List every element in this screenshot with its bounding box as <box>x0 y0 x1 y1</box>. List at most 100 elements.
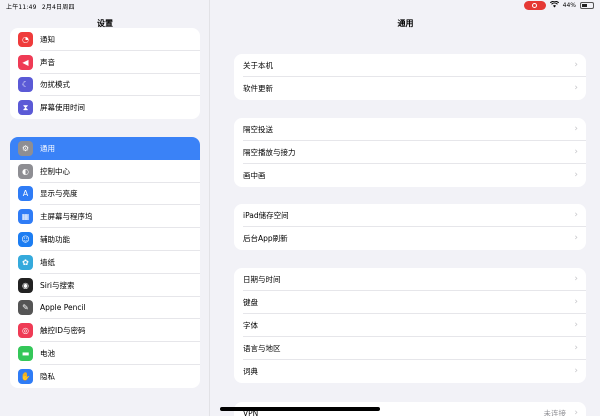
sidebar: 设置 ◔ 通知 ◀ 声音 ☾ 勿扰模式 ⧗ 屏幕使用时间 ⚙ 通用 ◐ 控制中心 A 显示与亮度 ▦ 主屏幕… <box>0 0 210 416</box>
chevron-right-icon: › <box>574 124 578 134</box>
sidebar-item-label: 主屏幕与程序坞 <box>40 212 93 222</box>
settings-group: 日期与时间 › 键盘 › 字体 › 语言与地区 › 词典 › <box>234 268 586 383</box>
chevron-right-icon: › <box>574 170 578 180</box>
settings-row-label: 字体 <box>243 321 258 330</box>
siri-icon: ◉ <box>18 277 33 293</box>
sidebar-item-5-group2[interactable]: ✿ 墙纸 <box>10 251 200 274</box>
accessibility-icon: ☺ <box>18 232 33 248</box>
screen-recording-icon[interactable] <box>523 1 546 10</box>
chevron-right-icon: › <box>574 60 578 70</box>
sidebar-item-0-group2[interactable]: ⚙ 通用 <box>10 137 200 160</box>
settings-row-label: 后台App刷新 <box>243 234 288 243</box>
sidebar-item-label: 电池 <box>40 349 55 359</box>
chevron-right-icon: › <box>574 274 578 284</box>
sidebar-group-system: ⚙ 通用 ◐ 控制中心 A 显示与亮度 ▦ 主屏幕与程序坞 ☺ 辅助功能 ✿ 墙纸 ◉ Siri与搜索 ✎ A… <box>10 137 200 388</box>
sidebar-item-2-group2[interactable]: A 显示与亮度 <box>10 183 200 206</box>
text-size-icon: A <box>18 186 33 202</box>
sidebar-item-8-group2[interactable]: ◎ 触控ID与密码 <box>10 319 200 343</box>
settings-row-label: 键盘 <box>243 298 258 307</box>
fingerprint-icon: ◎ <box>18 323 33 339</box>
wifi-icon <box>549 0 559 10</box>
chevron-right-icon: › <box>574 147 578 157</box>
settings-row[interactable]: 后台App刷新 › <box>234 227 586 250</box>
settings-row-label: 隔空播放与接力 <box>243 148 296 157</box>
hourglass-icon: ⧗ <box>18 100 33 116</box>
sidebar-item-6-group2[interactable]: ◉ Siri与搜索 <box>10 274 200 297</box>
sidebar-item-label: Apple Pencil <box>40 303 86 313</box>
sidebar-item-1-group1[interactable]: ◀ 声音 <box>10 51 200 74</box>
chevron-right-icon: › <box>574 366 578 376</box>
bell-icon: ◔ <box>18 31 33 47</box>
battery-percent: 44% <box>562 2 576 9</box>
settings-row-label: 日期与时间 <box>243 275 281 284</box>
chevron-right-icon: › <box>574 210 578 220</box>
settings-row-label: 词典 <box>243 367 258 376</box>
pencil-icon: ✎ <box>18 300 33 316</box>
sidebar-item-1-group2[interactable]: ◐ 控制中心 <box>10 160 200 183</box>
settings-row[interactable]: 隔空播放与接力 › <box>234 141 586 164</box>
sidebar-item-3-group1[interactable]: ⧗ 屏幕使用时间 <box>10 96 200 119</box>
flower-icon: ✿ <box>18 254 33 270</box>
sidebar-item-4-group2[interactable]: ☺ 辅助功能 <box>10 228 200 251</box>
chevron-right-icon: › <box>574 320 578 330</box>
hand-icon: ✋ <box>18 368 33 384</box>
settings-row-label: iPad储存空间 <box>243 211 289 220</box>
settings-row-label: 软件更新 <box>243 84 273 93</box>
battery-icon <box>580 2 594 9</box>
chevron-right-icon: › <box>574 408 578 416</box>
gear-icon: ⚙ <box>18 140 33 156</box>
sidebar-item-label: 声音 <box>40 57 55 67</box>
settings-group: 关于本机 › 软件更新 › <box>234 54 586 100</box>
home-indicator[interactable] <box>220 407 380 411</box>
settings-row[interactable]: 键盘 › <box>234 291 586 314</box>
settings-row[interactable]: 字体 › <box>234 314 586 337</box>
settings-row-label: 语言与地区 <box>243 344 281 353</box>
settings-row[interactable]: 语言与地区 › <box>234 337 586 360</box>
settings-group: 隔空投送 › 隔空播放与接力 › 画中画 › <box>234 118 586 187</box>
sidebar-item-2-group1[interactable]: ☾ 勿扰模式 <box>10 74 200 97</box>
status-date: 2月4日周四 <box>41 4 75 11</box>
main-panel: 通用 关于本机 › 软件更新 › 隔空投送 › 隔空播放与接力 › 画中画 › iPad储存空间 › 后… <box>211 0 600 416</box>
sidebar-item-label: Siri与搜索 <box>40 280 75 290</box>
sidebar-item-10-group2[interactable]: ✋ 隐私 <box>10 365 200 388</box>
settings-group: iPad储存空间 › 后台App刷新 › <box>234 204 586 250</box>
settings-row-label: 关于本机 <box>243 61 273 70</box>
settings-row-label: 画中画 <box>243 171 266 180</box>
settings-row-label: 隔空投送 <box>243 125 273 134</box>
grid-icon: ▦ <box>18 209 33 225</box>
sidebar-item-label: 勿扰模式 <box>40 80 70 90</box>
sidebar-item-label: 触控ID与密码 <box>40 326 86 336</box>
sidebar-item-label: 显示与亮度 <box>40 189 78 199</box>
chevron-right-icon: › <box>574 343 578 353</box>
settings-row[interactable]: 关于本机 › <box>234 54 586 77</box>
sidebar-item-label: 屏幕使用时间 <box>40 103 85 113</box>
settings-row[interactable]: 软件更新 › <box>234 77 586 100</box>
sidebar-item-7-group2[interactable]: ✎ Apple Pencil <box>10 297 200 320</box>
moon-icon: ☾ <box>18 77 33 93</box>
page-title: 通用 <box>397 19 414 28</box>
sidebar-item-label: 通用 <box>40 143 55 153</box>
sidebar-item-label: 隐私 <box>40 371 55 381</box>
sidebar-item-label: 通知 <box>40 34 55 44</box>
settings-row[interactable]: 隔空投送 › <box>234 118 586 141</box>
status-time: 上午11:49 <box>6 4 37 11</box>
speaker-icon: ◀ <box>18 54 33 70</box>
settings-row[interactable]: 画中画 › <box>234 164 586 187</box>
settings-row[interactable]: iPad储存空间 › <box>234 204 586 227</box>
settings-row[interactable]: 词典 › <box>234 360 586 383</box>
sidebar-item-label: 墙纸 <box>40 257 55 267</box>
chevron-right-icon: › <box>574 233 578 243</box>
sidebar-group-alerts: ◔ 通知 ◀ 声音 ☾ 勿扰模式 ⧗ 屏幕使用时间 <box>10 28 200 120</box>
sidebar-item-3-group2[interactable]: ▦ 主屏幕与程序坞 <box>10 205 200 229</box>
toggles-icon: ◐ <box>18 163 33 179</box>
chevron-right-icon: › <box>574 297 578 307</box>
chevron-right-icon: › <box>574 83 578 93</box>
sidebar-item-label: 辅助功能 <box>40 235 70 245</box>
sidebar-item-label: 控制中心 <box>40 166 70 176</box>
sidebar-item-9-group2[interactable]: ▬ 电池 <box>10 342 200 365</box>
battery-icon: ▬ <box>18 346 33 362</box>
settings-row[interactable]: 日期与时间 › <box>234 268 586 291</box>
status-bar: 上午11:49 2月4日周四 44% <box>0 0 600 12</box>
settings-row-value: 未连接 <box>543 409 567 416</box>
sidebar-item-0-group1[interactable]: ◔ 通知 <box>10 28 200 51</box>
